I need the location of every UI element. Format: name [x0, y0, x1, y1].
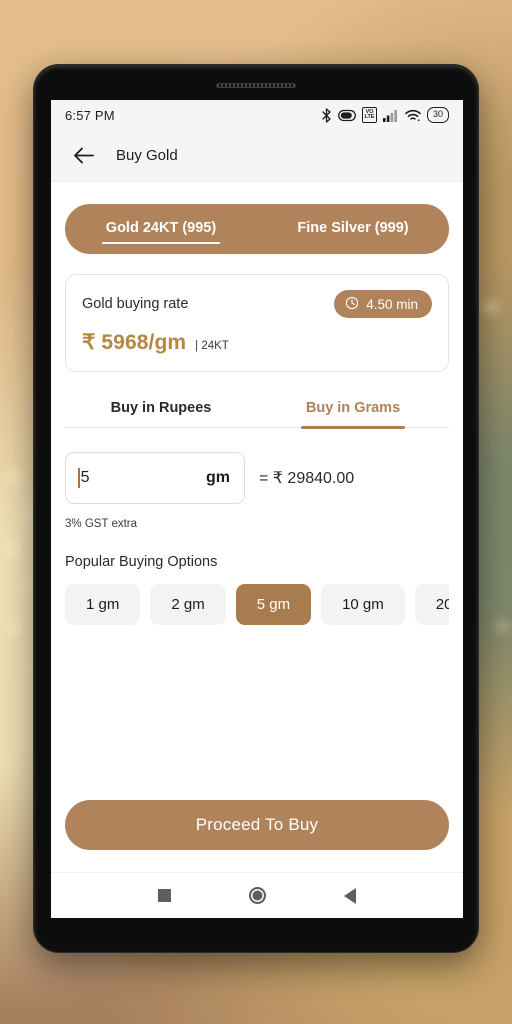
popular-options-title: Popular Buying Options: [65, 554, 218, 570]
recents-square-icon[interactable]: [158, 889, 171, 902]
metal-option-silver[interactable]: Fine Silver (999): [257, 216, 449, 242]
wifi-icon: [405, 109, 421, 122]
converted-amount: = ₹ 29840.00: [259, 470, 355, 487]
chip-5gm[interactable]: 5 gm: [235, 584, 312, 625]
rate-card-header: Gold buying rate 4.50 min: [82, 290, 432, 318]
battery-icon: 30: [426, 107, 449, 123]
rate-card: Gold buying rate 4.50 min ₹ 5968/gm | 24…: [65, 274, 449, 372]
buy-mode-tabs: Buy in Rupees Buy in Grams: [65, 394, 449, 428]
app-bar: Buy Gold: [51, 130, 463, 182]
rate-value-row: ₹ 5968/gm | 24KT: [82, 330, 432, 355]
rate-label: Gold buying rate: [82, 296, 189, 312]
status-bar-time: 6:57 PM: [65, 107, 115, 123]
page-title: Buy Gold: [116, 147, 178, 164]
bluetooth-icon: [321, 107, 332, 123]
page-content: Gold 24KT (995) Fine Silver (999) Gold b…: [51, 182, 463, 872]
amount-row: 5 gm = ₹ 29840.00: [65, 452, 449, 504]
phone-device-frame: 6:57 PM VO LTE 30 Buy Gold Gold 24KT (99…: [33, 64, 479, 953]
phone-screen: 6:57 PM VO LTE 30 Buy Gold Gold 24KT (99…: [51, 100, 463, 918]
android-nav-bar: [51, 872, 463, 918]
signal-icon: [382, 109, 399, 122]
chip-10gm[interactable]: 10 gm: [321, 584, 405, 625]
rate-purity: | 24KT: [195, 340, 229, 352]
metal-toggle: Gold 24KT (995) Fine Silver (999): [65, 204, 449, 254]
status-bar: 6:57 PM VO LTE 30: [51, 100, 463, 130]
gst-note: 3% GST extra: [65, 518, 138, 530]
grams-input-value: 5: [80, 469, 90, 486]
alarm-icon: [338, 109, 356, 122]
popular-options-chips[interactable]: 1 gm 2 gm 5 gm 10 gm 20 gm: [65, 584, 449, 625]
earpiece-speaker: [216, 83, 296, 88]
chip-1gm[interactable]: 1 gm: [65, 584, 141, 625]
chip-2gm[interactable]: 2 gm: [150, 584, 226, 625]
clock-icon: [345, 296, 359, 313]
grams-input[interactable]: 5 gm: [65, 452, 245, 504]
chip-20gm[interactable]: 20 gm: [414, 584, 449, 625]
back-arrow-icon[interactable]: [73, 147, 94, 164]
tab-buy-in-grams[interactable]: Buy in Grams: [257, 394, 449, 427]
rate-timer-text: 4.50 min: [366, 296, 418, 312]
back-triangle-icon[interactable]: [344, 887, 356, 904]
cta-container: Proceed To Buy: [65, 800, 449, 872]
tab-buy-in-rupees[interactable]: Buy in Rupees: [65, 394, 257, 427]
grams-unit-label: gm: [206, 469, 230, 486]
status-bar-icons: VO LTE 30: [321, 107, 449, 123]
volte-icon: VO LTE: [362, 107, 377, 123]
rate-price: ₹ 5968/gm: [82, 331, 187, 354]
text-caret: [78, 468, 80, 488]
rate-timer-badge: 4.50 min: [334, 290, 432, 318]
home-circle-icon[interactable]: [249, 887, 266, 904]
proceed-to-buy-button[interactable]: Proceed To Buy: [65, 800, 449, 850]
metal-option-gold[interactable]: Gold 24KT (995): [65, 216, 257, 242]
